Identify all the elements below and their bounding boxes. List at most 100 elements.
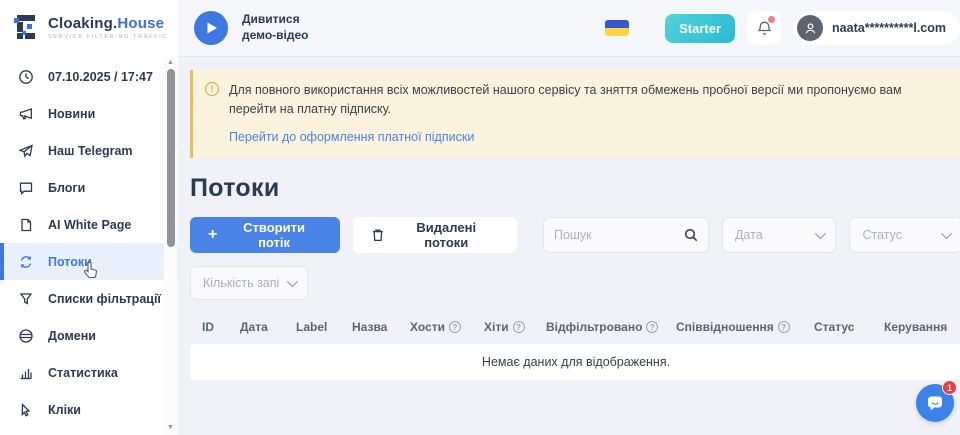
chevron-down-icon — [287, 276, 298, 287]
sidebar-item-statistics[interactable]: Статистика — [0, 354, 178, 391]
sidebar-item-flows[interactable]: Потоки — [0, 243, 178, 280]
bar-chart-icon — [18, 365, 34, 381]
toolbar: + Створити потік Видалені потоки Дата Ст… — [190, 217, 960, 253]
column-id: ID — [202, 320, 240, 334]
sidebar-item-label: Новини — [48, 107, 95, 121]
trial-notice-banner: ! Для повного використання всіх можливос… — [190, 70, 960, 158]
datetime-label: 07.10.2025 / 17:47 — [48, 70, 153, 84]
search-input[interactable] — [554, 228, 684, 242]
play-icon — [206, 22, 218, 34]
count-row: Кількість запі — [190, 266, 960, 300]
chat-unread-badge: 1 — [942, 380, 957, 395]
plus-icon: + — [208, 226, 217, 244]
user-icon — [804, 22, 817, 35]
sidebar-item-label: Блоги — [48, 181, 85, 195]
help-icon[interactable]: ? — [449, 321, 461, 333]
demo-video-line1: Дивитися — [242, 12, 309, 28]
sidebar-item-clicks[interactable]: Кліки — [0, 391, 178, 428]
sidebar-datetime: 07.10.2025 / 17:47 — [0, 58, 178, 95]
banner-text: Для повного використання всіх можливосте… — [229, 81, 948, 120]
logo-title-blue: House — [117, 15, 164, 32]
trash-icon — [371, 228, 385, 242]
logo-title-dark: Cloaking. — [48, 15, 117, 32]
demo-video-label[interactable]: Дивитися демо-відео — [242, 12, 309, 43]
logo-text: Cloaking.House SERVICE FILTERING TRAFFIC — [48, 15, 168, 40]
language-flag-ua[interactable] — [605, 20, 629, 36]
sidebar-item-blogs[interactable]: Блоги — [0, 169, 178, 206]
demo-video-line2: демо-відео — [242, 28, 309, 44]
flows-table-header: ID Дата Label Назва Хости? Хіти? Відфіль… — [190, 320, 960, 344]
plan-badge[interactable]: Starter — [665, 14, 735, 43]
cursor-icon — [18, 402, 34, 418]
sidebar-item-label: Наш Telegram — [48, 144, 133, 158]
page-icon — [18, 217, 34, 233]
scrollbar-up-arrow[interactable]: ▲ — [164, 57, 177, 68]
sidebar-item-filter-lists[interactable]: Списки фільтрації — [0, 280, 178, 317]
deleted-flows-label: Видалені потоки — [394, 220, 499, 250]
help-icon[interactable]: ? — [778, 321, 790, 333]
logo-subtitle: SERVICE FILTERING TRAFFIC — [48, 34, 168, 40]
column-hits: Хіти? — [484, 320, 546, 334]
date-filter-select[interactable]: Дата — [722, 217, 837, 253]
records-count-select[interactable]: Кількість запі — [190, 266, 308, 300]
sidebar-item-label: Потоки — [48, 255, 92, 269]
upgrade-subscription-link[interactable]: Перейти до оформлення платної підписки — [229, 130, 474, 144]
chevron-down-icon — [941, 228, 952, 239]
sidebar: Cloaking.House SERVICE FILTERING TRAFFIC… — [0, 0, 178, 435]
chat-icon — [925, 393, 945, 413]
flag-blue-stripe — [605, 20, 629, 28]
funnel-icon — [18, 291, 34, 307]
sidebar-item-domains[interactable]: Домени — [0, 317, 178, 354]
scrollbar-down-arrow[interactable]: ▼ — [164, 422, 177, 433]
info-icon: ! — [205, 82, 219, 96]
records-count-label: Кількість запі — [203, 276, 279, 290]
column-filtered: Відфільтровано? — [546, 320, 676, 334]
logo-icon — [14, 14, 40, 40]
chat-bubble-icon — [18, 180, 34, 196]
globe-icon — [18, 328, 34, 344]
sidebar-scrollbar[interactable]: ▲ ▼ — [164, 57, 177, 435]
date-filter-label: Дата — [735, 228, 763, 242]
status-filter-select[interactable]: Статус — [849, 217, 960, 253]
deleted-flows-button[interactable]: Видалені потоки — [353, 217, 517, 253]
help-icon[interactable]: ? — [513, 321, 525, 333]
megaphone-icon — [18, 106, 34, 122]
create-flow-button[interactable]: + Створити потік — [190, 217, 340, 253]
notification-dot — [768, 16, 775, 23]
telegram-icon — [18, 143, 34, 159]
content: ! Для повного використання всіх можливос… — [178, 57, 960, 435]
sidebar-item-label: Домени — [48, 329, 96, 343]
sidebar-item-telegram[interactable]: Наш Telegram — [0, 132, 178, 169]
play-demo-button[interactable] — [194, 11, 228, 45]
column-label: Label — [296, 320, 352, 334]
avatar — [797, 15, 823, 41]
search-icon — [684, 228, 698, 242]
status-filter-label: Статус — [862, 228, 902, 242]
flag-yellow-stripe — [605, 28, 629, 36]
topbar-right: Starter naata**********l.com — [605, 11, 960, 45]
column-ratio: Співвідношення? — [676, 320, 814, 334]
sidebar-item-label: AI White Page — [48, 218, 131, 232]
help-icon[interactable]: ? — [646, 321, 658, 333]
search-box[interactable] — [543, 217, 709, 253]
sidebar-nav: 07.10.2025 / 17:47 Новини Наш Telegram Б… — [0, 58, 178, 428]
sidebar-item-label: Списки фільтрації — [48, 292, 161, 306]
column-date: Дата — [240, 320, 296, 334]
sidebar-item-label: Кліки — [48, 403, 81, 417]
column-name: Назва — [352, 320, 410, 334]
column-status: Статус — [814, 320, 884, 334]
sidebar-item-label: Статистика — [48, 366, 118, 380]
clock-icon — [18, 69, 34, 85]
sync-icon — [18, 254, 34, 270]
chevron-down-icon — [815, 228, 826, 239]
user-email: naata**********l.com — [832, 21, 946, 35]
sidebar-item-ai-white-page[interactable]: AI White Page — [0, 206, 178, 243]
column-hosts: Хости? — [410, 320, 484, 334]
chat-widget-button[interactable]: 1 — [916, 384, 954, 422]
scrollbar-thumb[interactable] — [167, 69, 175, 247]
sidebar-item-news[interactable]: Новини — [0, 95, 178, 132]
user-account-button[interactable]: naata**********l.com — [793, 11, 960, 45]
create-flow-label: Створити потік — [226, 220, 321, 250]
notifications-button[interactable] — [747, 11, 781, 45]
logo[interactable]: Cloaking.House SERVICE FILTERING TRAFFIC — [0, 0, 178, 50]
